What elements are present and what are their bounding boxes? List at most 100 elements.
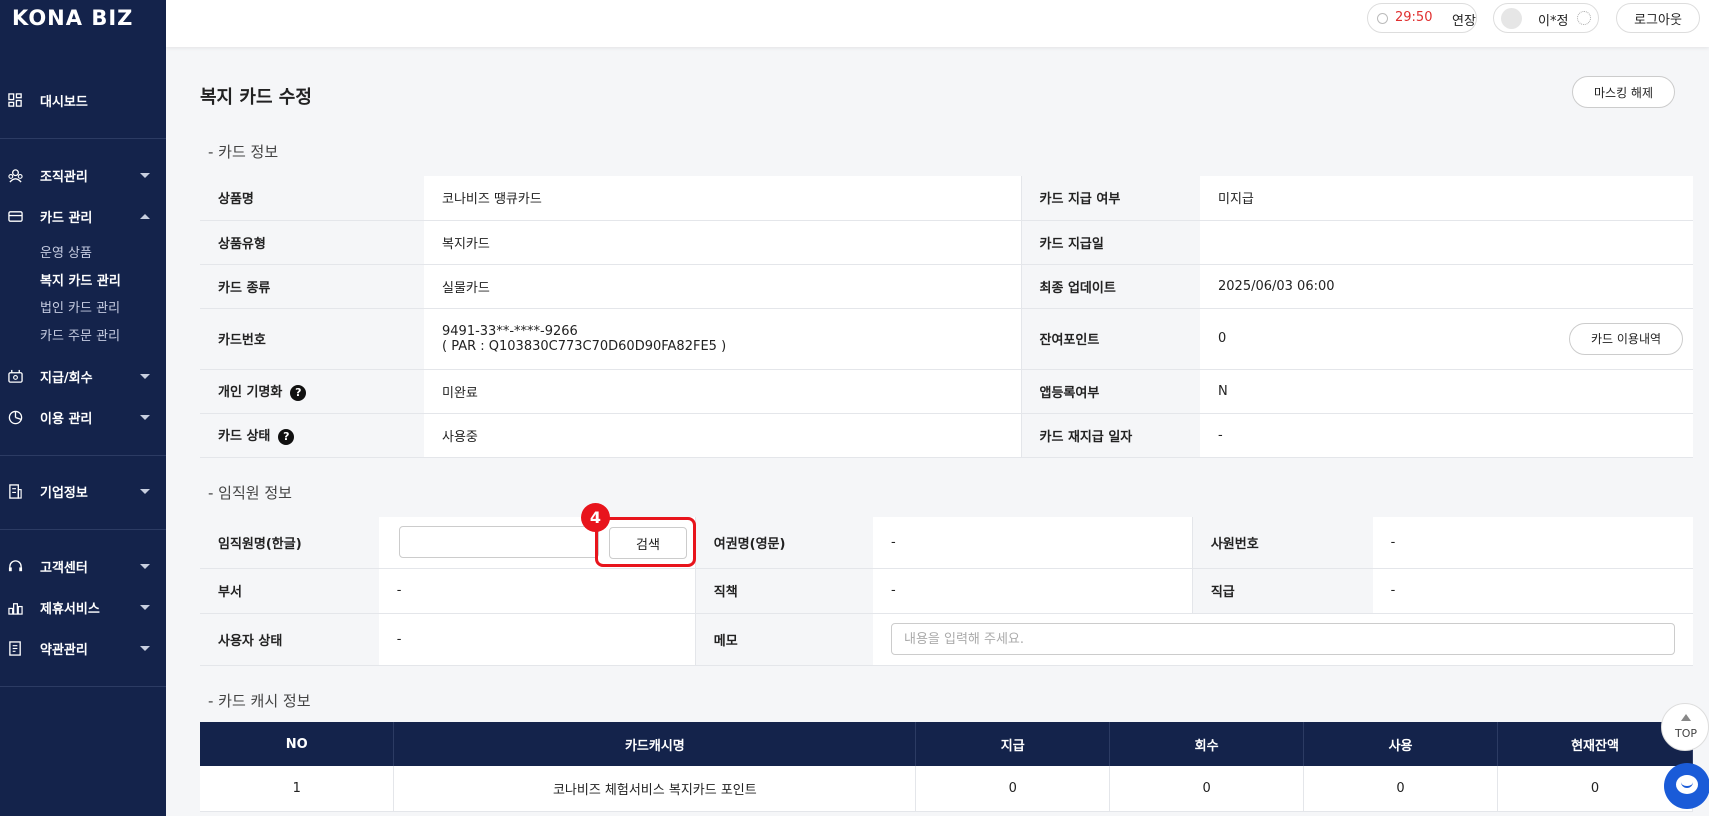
value-last-update: 2025/06/03 06:00 <box>1200 264 1693 309</box>
sidebar-item-label: 조직관리 <box>40 170 88 185</box>
label-card-number: 카드번호 <box>200 308 424 370</box>
building-icon <box>9 484 22 499</box>
label-department: 부서 <box>200 568 379 614</box>
sidebar-item-label: 기업정보 <box>40 486 88 501</box>
help-icon[interactable]: ? <box>278 428 295 445</box>
sidebar-item-company[interactable]: 기업정보 <box>0 476 166 506</box>
sidebar-item-usage[interactable]: 이용 관리 <box>0 402 166 432</box>
value-product-type: 복지카드 <box>424 220 1021 265</box>
sidebar-item-payment[interactable]: 지급/회수 <box>0 361 166 391</box>
dashboard-icon <box>8 93 22 107</box>
cell-used: 0 <box>1303 766 1499 812</box>
sidebar-subitem-corporate-card[interactable]: 법인 카드 관리 <box>40 297 120 316</box>
header-recovered: 회수 <box>1109 722 1305 766</box>
memo-cell <box>872 613 1693 666</box>
label-personalization: 개인 기명화? <box>200 369 424 414</box>
sidebar-item-terms[interactable]: 약관관리 <box>0 633 166 663</box>
sidebar-subitem-card-order[interactable]: 카드 주문 관리 <box>40 325 120 344</box>
header-paid: 지급 <box>915 722 1111 766</box>
logo[interactable]: KONA BIZ <box>12 6 133 30</box>
value-user-status: - <box>378 613 696 666</box>
sidebar-item-label: 카드 관리 <box>40 211 93 226</box>
memo-input[interactable] <box>890 623 1675 655</box>
label-text: 카드 상태 <box>218 429 271 445</box>
sidebar-item-label: 지급/회수 <box>40 371 93 386</box>
chevron-down-icon <box>140 173 150 178</box>
sidebar-item-label: 제휴서비스 <box>40 602 100 617</box>
arrow-up-icon <box>1681 714 1691 721</box>
divider <box>0 529 166 530</box>
sidebar-item-label: 대시보드 <box>40 95 88 110</box>
sidebar-subitem-welfare-card[interactable]: 복지 카드 관리 <box>40 270 121 289</box>
unmask-button[interactable]: 마스킹 해제 <box>1572 76 1675 108</box>
employee-info-table: 임직원명(한글) 여권명(영문) - 사원번호 - 부서 - 직책 - 직급 -… <box>200 517 1693 666</box>
label-rank: 직급 <box>1191 568 1373 614</box>
header-cash-name: 카드캐시명 <box>393 722 917 766</box>
header-used: 사용 <box>1303 722 1499 766</box>
divider <box>0 455 166 456</box>
cell-recovered: 0 <box>1109 766 1305 812</box>
label-issue-date: 카드 지급일 <box>1020 220 1200 265</box>
gear-icon[interactable] <box>1577 11 1591 25</box>
value-app-registered: N <box>1200 369 1693 414</box>
scroll-top-button[interactable]: TOP <box>1661 703 1709 751</box>
card-usage-history-button[interactable]: 카드 이용내역 <box>1569 322 1683 355</box>
highlight-box <box>595 517 696 567</box>
sidebar-item-support[interactable]: 고객센터 <box>0 551 166 581</box>
employee-name-input[interactable] <box>398 526 599 559</box>
section-title-card-info: - 카드 정보 <box>208 143 279 161</box>
chat-button[interactable] <box>1664 763 1709 809</box>
divider <box>0 138 166 139</box>
extend-button[interactable]: 연장 <box>1452 10 1476 29</box>
remaining-points: 0 <box>1218 331 1227 346</box>
payment-icon <box>8 369 23 383</box>
value-rank: - <box>1372 568 1693 614</box>
sidebar-item-org[interactable]: 조직관리 <box>0 160 166 190</box>
value-issue-date <box>1200 220 1693 265</box>
header-no: NO <box>200 722 395 766</box>
chevron-down-icon <box>140 605 150 610</box>
session-timer: 29:50 연장 <box>1367 3 1477 33</box>
label-card-kind: 카드 종류 <box>200 264 424 309</box>
label-user-status: 사용자 상태 <box>200 613 379 666</box>
cash-table: NO 카드캐시명 지급 회수 사용 현재잔액 1 코나비즈 체험서비스 복지카드… <box>200 722 1693 812</box>
table-row: 1 코나비즈 체험서비스 복지카드 포인트 0 0 0 0 <box>200 766 1693 812</box>
chevron-down-icon <box>140 489 150 494</box>
table-header-row: NO 카드캐시명 지급 회수 사용 현재잔액 <box>200 722 1693 766</box>
section-title-cash-info: - 카드 캐시 정보 <box>208 692 311 710</box>
label-remaining-points: 잔여포인트 <box>1020 308 1200 370</box>
help-icon[interactable]: ? <box>290 384 307 401</box>
section-title-employee-info: - 임직원 정보 <box>208 484 292 502</box>
table-row: 임직원명(한글) 여권명(영문) - 사원번호 - <box>200 517 1693 569</box>
label-text: 개인 기명화 <box>218 385 283 401</box>
sidebar-item-dashboard[interactable]: 대시보드 <box>0 85 166 115</box>
sidebar-item-label: 고객센터 <box>40 561 88 576</box>
label-passport-name: 여권명(영문) <box>694 517 873 569</box>
page-title: 복지 카드 수정 <box>200 87 312 108</box>
avatar <box>1501 8 1522 29</box>
chevron-up-icon <box>140 214 150 219</box>
sidebar-item-label: 이용 관리 <box>40 412 93 427</box>
sidebar-item-partner[interactable]: 제휴서비스 <box>0 592 166 622</box>
table-row: 부서 - 직책 - 직급 - <box>200 568 1693 614</box>
label-reissue-date: 카드 재지급 일자 <box>1020 413 1200 458</box>
table-row: 카드 상태? 사용중 카드 재지급 일자 - <box>200 413 1693 458</box>
user-menu[interactable]: 이*정 <box>1493 3 1599 33</box>
table-row: 상품명 코나비즈 땡큐카드 카드 지급 여부 미지급 <box>200 176 1693 221</box>
chevron-down-icon <box>140 564 150 569</box>
value-card-status: 사용중 <box>424 413 1021 458</box>
table-row: 카드 종류 실물카드 최종 업데이트 2025/06/03 06:00 <box>200 264 1693 309</box>
card-number: 9491-33**-****-9266 <box>442 323 578 339</box>
logout-button[interactable]: 로그아웃 <box>1616 3 1700 33</box>
label-duty: 직책 <box>694 568 873 614</box>
cell-paid: 0 <box>915 766 1111 812</box>
value-employee-number: - <box>1372 517 1693 569</box>
card-info-table: 상품명 코나비즈 땡큐카드 카드 지급 여부 미지급 상품유형 복지카드 카드 … <box>200 176 1693 458</box>
sidebar-item-card[interactable]: 카드 관리 <box>0 201 166 231</box>
clock-icon <box>1377 13 1388 24</box>
table-row: 카드번호 9491-33**-****-9266 ( PAR : Q103830… <box>200 308 1693 370</box>
sidebar-subitem-products[interactable]: 운영 상품 <box>40 242 92 261</box>
org-icon <box>8 169 23 183</box>
label-product-name: 상품명 <box>200 176 424 221</box>
sidebar: KONA BIZ 대시보드 조직관리 카드 관리 운영 상품 복지 카드 관리 … <box>0 0 166 816</box>
